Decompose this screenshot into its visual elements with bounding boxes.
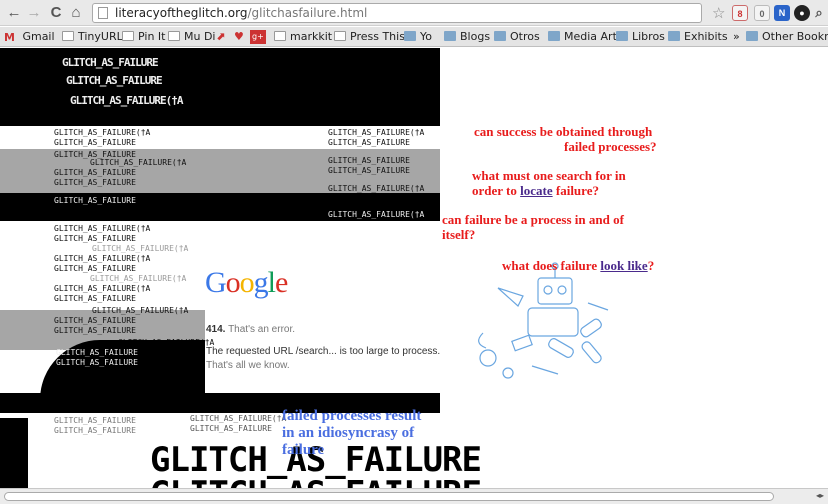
folder-icon bbox=[404, 31, 416, 41]
folder-icon bbox=[444, 31, 456, 41]
page-icon bbox=[334, 31, 346, 41]
glitch-big-text: GLITCH_AS_FAILURE bbox=[150, 474, 481, 488]
glitch-text: GLITCH_AS_FAILURE bbox=[54, 138, 136, 147]
glitch-text: GLITCH_AS_FAILURE bbox=[62, 56, 159, 69]
glitch-text: GLITCH_AS_FAILURE(†A bbox=[70, 94, 183, 107]
look-like-link[interactable]: look like bbox=[600, 258, 647, 273]
glitch-text: GLITCH_AS_FAILURE(†A bbox=[92, 244, 189, 253]
glitch-text: GLITCH_AS_FAILURE bbox=[56, 348, 138, 357]
question-3: can failure be a process in and of itsel… bbox=[442, 212, 624, 242]
address-bar[interactable]: literacyoftheglitch.org/glitchasfailure.… bbox=[92, 3, 702, 23]
blue-question: failed processes result in an idiosyncra… bbox=[282, 408, 422, 458]
scroll-arrows-icon[interactable]: ◂▸ bbox=[816, 491, 824, 500]
folder-icon bbox=[668, 31, 680, 41]
glitch-text: GLITCH_AS_FAILURE bbox=[54, 196, 136, 205]
page-content: GLITCH_AS_FAILURE GLITCH_AS_FAILURE GLIT… bbox=[0, 48, 828, 488]
glitch-text: GLITCH_AS_FAILURE bbox=[54, 326, 136, 335]
google-logo: Google bbox=[205, 266, 288, 299]
question-2: what must one search for in order to loc… bbox=[472, 168, 626, 198]
bookmark-mudi[interactable]: Mu Di bbox=[168, 30, 216, 44]
home-button[interactable]: ⌂ bbox=[68, 5, 84, 21]
glitch-block bbox=[0, 418, 28, 488]
reload-button[interactable]: C bbox=[48, 5, 64, 21]
bookmark-folder-libros[interactable]: Libros bbox=[616, 30, 665, 44]
glitch-text: GLITCH_AS_FAILURE(†A bbox=[54, 224, 151, 233]
search-icon[interactable]: ⌕ bbox=[811, 5, 827, 21]
glitch-text: GLITCH_AS_FAILURE bbox=[190, 424, 272, 433]
url-host: literacyoftheglitch.org bbox=[115, 6, 248, 20]
scrollbar-thumb[interactable] bbox=[4, 492, 774, 501]
glitch-text: GLITCH_AS_FAILURE(†A bbox=[328, 210, 425, 219]
page-icon bbox=[122, 31, 134, 41]
bookmark-pinit[interactable]: Pin It bbox=[122, 30, 165, 44]
glitch-text: GLITCH_AS_FAILURE bbox=[328, 138, 410, 147]
glitch-text: GLITCH_AS_FAILURE bbox=[54, 168, 136, 177]
page-icon bbox=[168, 31, 180, 41]
bookmark-folder-yo[interactable]: Yo bbox=[404, 30, 432, 44]
glitch-text: GLITCH_AS_FAILURE bbox=[328, 156, 410, 165]
glitch-text: GLITCH_AS_FAILURE(†A bbox=[54, 284, 151, 293]
glitch-text: GLITCH_AS_FAILURE bbox=[54, 416, 136, 425]
glitch-text: GLITCH_AS_FAILURE(†A bbox=[190, 414, 287, 423]
extension-icon-3[interactable]: N bbox=[774, 5, 790, 21]
glitch-text: GLITCH_AS_FAILURE(†A bbox=[90, 158, 187, 167]
back-button[interactable]: ← bbox=[6, 5, 22, 21]
extension-icon-4[interactable]: ● bbox=[794, 5, 810, 21]
error-sub: That's all we know. bbox=[206, 360, 290, 371]
question-1: can success be obtained through failed p… bbox=[474, 124, 657, 154]
bookmark-pressthis[interactable]: Press This bbox=[334, 30, 405, 44]
glitch-text: GLITCH_AS_FAILURE(†A bbox=[328, 128, 425, 137]
browser-toolbar: ← → C ⌂ literacyoftheglitch.org/glitchas… bbox=[0, 0, 828, 26]
bookmarklet-pocket-icon[interactable]: ♥ bbox=[234, 30, 244, 44]
glitch-text: GLITCH_AS_FAILURE bbox=[56, 358, 138, 367]
glitch-text: GLITCH_AS_FAILURE(†A bbox=[54, 254, 151, 263]
bookmark-tinyurl[interactable]: TinyURL! bbox=[62, 30, 127, 44]
glitch-text: GLITCH_AS_FAILURE bbox=[54, 264, 136, 273]
bookmark-folder-exhibits[interactable]: Exhibits bbox=[668, 30, 728, 44]
glitch-text: GLITCH_AS_FAILURE bbox=[54, 426, 136, 435]
page-icon bbox=[274, 31, 286, 41]
gmail-icon: M bbox=[4, 31, 15, 44]
glitch-text: GLITCH_AS_FAILURE(†A bbox=[90, 274, 187, 283]
folder-icon bbox=[494, 31, 506, 41]
bookmarklet-g-icon[interactable]: g+ bbox=[250, 30, 266, 44]
question-4: what does failure look like? bbox=[502, 258, 655, 273]
bookmark-folder-otros[interactable]: Otros bbox=[494, 30, 540, 44]
extension-icon-1[interactable]: 8 bbox=[732, 5, 748, 21]
glitch-text: GLITCH_AS_FAILURE bbox=[54, 178, 136, 187]
glitch-text: GLITCH_AS_FAILURE(†A bbox=[92, 306, 189, 315]
extension-icon-2[interactable]: 0 bbox=[754, 5, 770, 21]
folder-icon bbox=[548, 31, 560, 41]
glitch-text: GLITCH_AS_FAILURE bbox=[54, 316, 136, 325]
glitch-text: GLITCH_AS_FAILURE bbox=[54, 294, 136, 303]
bookmark-gmail[interactable]: M Gmail bbox=[4, 30, 55, 44]
horizontal-scrollbar[interactable]: ◂▸ bbox=[0, 488, 828, 504]
forward-button[interactable]: → bbox=[26, 5, 42, 21]
error-message: The requested URL /search... is too larg… bbox=[206, 346, 441, 357]
folder-icon bbox=[616, 31, 628, 41]
folder-icon bbox=[746, 31, 758, 41]
other-bookmarks-button[interactable]: Other Bookmarks bbox=[746, 30, 828, 44]
bookmark-folder-mediaart[interactable]: Media Art bbox=[548, 30, 617, 44]
bookmarks-bar: M Gmail TinyURL! Pin It Mu Di ⬈ ♥ g+ mar… bbox=[0, 27, 828, 47]
bookmark-markkit[interactable]: markkit bbox=[274, 30, 332, 44]
bookmark-star-icon[interactable]: ☆ bbox=[712, 4, 725, 22]
bookmarklet-icon[interactable]: ⬈ bbox=[216, 30, 225, 44]
locate-link[interactable]: locate bbox=[520, 183, 552, 198]
glitch-text: GLITCH_AS_FAILURE bbox=[54, 234, 136, 243]
page-icon bbox=[98, 7, 108, 19]
page-icon bbox=[62, 31, 74, 41]
error-headline: 414. That's an error. bbox=[206, 324, 296, 335]
url-path: /glitchasfailure.html bbox=[247, 6, 368, 20]
glitch-text: GLITCH_AS_FAILURE bbox=[66, 74, 163, 87]
glitch-text: GLITCH_AS_FAILURE bbox=[328, 166, 410, 175]
bookmarks-overflow-button[interactable]: » bbox=[733, 30, 740, 44]
bookmark-folder-blogs[interactable]: Blogs bbox=[444, 30, 490, 44]
glitch-text: GLITCH_AS_FAILURE(†A bbox=[54, 128, 151, 137]
